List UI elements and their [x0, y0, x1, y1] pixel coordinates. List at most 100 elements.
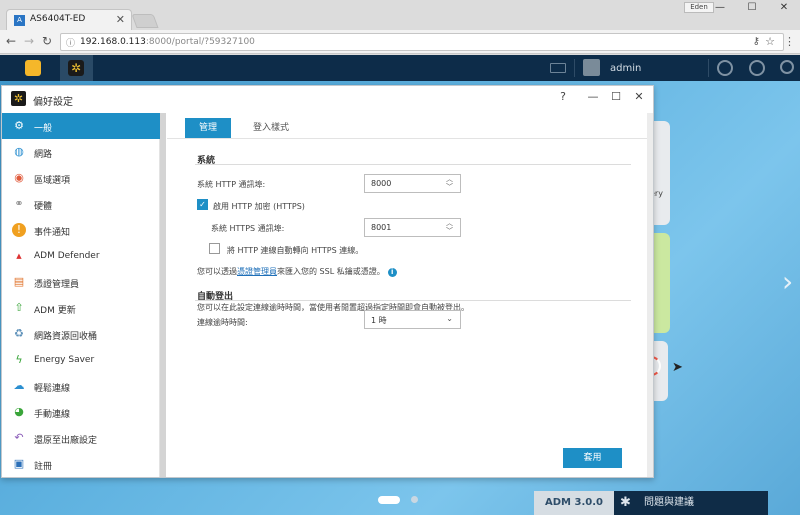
chevron-down-icon: ⌄: [446, 314, 453, 323]
feedback-label: 問題與建議: [644, 497, 694, 508]
chevron-down-icon[interactable]: ﹀: [446, 228, 453, 235]
browser-tab[interactable]: A AS6404T-ED ✕: [6, 9, 132, 30]
url-text: 192.168.0.113:8000/portal/?59327100: [80, 37, 255, 47]
close-window-button[interactable]: ✕: [768, 0, 800, 16]
sidebar-item-energy-saver[interactable]: ϟ Energy Saver: [2, 347, 160, 373]
https-port-stepper[interactable]: 8001 ︿ ﹀: [364, 218, 461, 237]
speed-gauge-icon[interactable]: [749, 60, 765, 76]
preferences-sidebar: ⚙ 一般 ◍ 網路 ◉ 區域選項 ⚭ 硬體 ! 事件通知 ▲ ADM Defen…: [2, 113, 160, 477]
content-scrollbar[interactable]: [647, 113, 653, 477]
sidebar-item-registration[interactable]: ▣ 註冊: [2, 451, 160, 477]
https-enable-checkbox[interactable]: ✓: [197, 199, 208, 210]
sidebar-scrollbar[interactable]: [160, 113, 166, 477]
sidebar-item-label: 網路資源回收桶: [34, 332, 98, 342]
chevron-up-icon[interactable]: ︿: [446, 176, 453, 183]
window-maximize-button[interactable]: ☐: [608, 90, 624, 103]
next-page-arrow-icon[interactable]: ›: [782, 265, 793, 298]
adm-taskbar: ✲ admin: [0, 55, 800, 81]
bookmark-star-icon[interactable]: ☆: [765, 35, 775, 48]
sidebar-item-region[interactable]: ◉ 區域選項: [2, 165, 160, 191]
sidebar-item-label: 還原至出廠設定: [34, 436, 98, 446]
adm-version-badge: ADM 3.0.0 Beta: [534, 491, 614, 515]
window-titlebar[interactable]: ✲ 偏好設定 ? — ☐ ✕: [2, 86, 653, 111]
sidebar-item-label: ADM Defender: [34, 251, 100, 261]
sidebar-item-label: ADM 更新: [34, 306, 76, 316]
certificate-manager-link[interactable]: 憑證管理員: [237, 267, 277, 276]
http-port-stepper[interactable]: 8000 ︿ ﹀: [364, 174, 461, 193]
timeout-select[interactable]: 1 時 ⌄: [364, 310, 461, 329]
sidebar-item-network[interactable]: ◍ 網路: [2, 139, 160, 165]
file-explorer-app-icon[interactable]: [25, 60, 41, 76]
bug-icon: ✱: [620, 495, 631, 510]
address-bar[interactable]: ⓘ 192.168.0.113:8000/portal/?59327100 ⚷ …: [60, 33, 784, 51]
back-arrow-icon[interactable]: ←: [6, 34, 16, 48]
sidebar-item-manual-connect[interactable]: ◕ 手動連線: [2, 399, 160, 425]
sidebar-item-recycle-bin[interactable]: ♻ 網路資源回收桶: [2, 321, 160, 347]
reload-icon[interactable]: ↻: [42, 34, 52, 48]
keyboard-icon[interactable]: [550, 63, 566, 73]
sidebar-item-defender[interactable]: ▲ ADM Defender: [2, 243, 160, 269]
tab-login-style[interactable]: 登入樣式: [239, 118, 303, 138]
browser-toolbar: ← → ↻ ⓘ 192.168.0.113:8000/portal/?59327…: [0, 30, 800, 54]
manual-connect-icon: ◕: [14, 405, 24, 418]
preferences-app-icon[interactable]: ✲: [60, 55, 93, 81]
page-indicator[interactable]: [411, 496, 418, 503]
timeout-label: 連線逾時時間:: [197, 318, 248, 327]
preferences-gear-icon: ✲: [11, 91, 26, 106]
info-page-icon[interactable]: ⓘ: [66, 36, 75, 49]
https-port-label: 系統 HTTPS 通訊埠:: [211, 224, 285, 233]
recycle-bin-icon: ♻: [14, 327, 24, 340]
alert-icon: !: [12, 223, 26, 237]
tab-manage[interactable]: 管理: [185, 118, 232, 138]
divider: [195, 300, 631, 301]
region-icon: ◉: [14, 171, 24, 184]
sidebar-item-hardware[interactable]: ⚭ 硬體: [2, 191, 160, 217]
globe-icon: ◍: [14, 145, 24, 158]
sidebar-item-label: 區域選項: [34, 176, 71, 186]
sidebar-item-label: 輕鬆連線: [34, 384, 71, 394]
sidebar-item-notification[interactable]: ! 事件通知: [2, 217, 160, 243]
power-icon[interactable]: [780, 60, 794, 74]
divider: [708, 59, 709, 77]
sidebar-item-ezconnect[interactable]: ☁ 輕鬆連線: [2, 373, 160, 399]
browser-menu-icon[interactable]: ⋮: [784, 35, 795, 48]
window-close-button[interactable]: ✕: [631, 90, 647, 103]
sidebar-item-label: 硬體: [34, 202, 53, 212]
certificate-hint: 您可以透過憑證管理員來匯入您的 SSL 私鑰或憑證。 i: [197, 266, 397, 277]
feedback-button[interactable]: ✱ 問題與建議: [614, 491, 768, 515]
forward-arrow-icon[interactable]: →: [24, 34, 34, 48]
sidebar-item-label: 手動連線: [34, 410, 71, 420]
info-icon[interactable]: i: [387, 268, 397, 277]
restore-icon: ↶: [14, 431, 24, 444]
help-button[interactable]: ?: [555, 90, 571, 103]
content-tabs: 管理 登入樣式: [167, 113, 653, 139]
apply-button[interactable]: 套用: [563, 448, 622, 468]
mouse-cursor-icon: ➤: [672, 360, 683, 375]
window-minimize-button[interactable]: —: [585, 90, 601, 103]
sidebar-item-factory-reset[interactable]: ↶ 還原至出廠設定: [2, 425, 160, 451]
hardware-icon: ⚭: [14, 197, 24, 210]
general-icon: ⚙: [14, 119, 24, 132]
defender-icon: ▲: [16, 252, 22, 260]
user-avatar-icon[interactable]: [583, 59, 600, 76]
sidebar-item-general[interactable]: ⚙ 一般: [2, 113, 160, 139]
username-label[interactable]: admin: [610, 63, 641, 74]
sidebar-item-update[interactable]: ⇧ ADM 更新: [2, 295, 160, 321]
key-icon[interactable]: ⚷: [753, 36, 760, 47]
sidebar-item-label: 一般: [34, 124, 53, 134]
new-tab-button[interactable]: [131, 14, 159, 28]
maximize-button[interactable]: ☐: [736, 0, 768, 16]
notification-icon[interactable]: [717, 60, 733, 76]
preferences-content: 管理 登入樣式 系統 系統 HTTP 通訊埠: 8000 ︿ ﹀ ✓ 啟用 HT…: [167, 113, 653, 477]
chevron-up-icon[interactable]: ︿: [446, 220, 453, 227]
chevron-down-icon[interactable]: ﹀: [446, 184, 453, 191]
https-redirect-label: 將 HTTP 連線自動轉向 HTTPS 連線。: [227, 246, 364, 255]
https-enable-label: 啟用 HTTP 加密 (HTTPS): [213, 202, 305, 211]
tab-close-icon[interactable]: ✕: [116, 13, 125, 26]
sidebar-item-label: 網路: [34, 150, 53, 160]
minimize-button[interactable]: —: [704, 0, 736, 16]
sidebar-item-certificate[interactable]: ▤ 憑證管理員: [2, 269, 160, 295]
https-redirect-checkbox[interactable]: [209, 243, 220, 254]
divider: [195, 164, 631, 165]
page-indicator-active[interactable]: [378, 496, 400, 504]
